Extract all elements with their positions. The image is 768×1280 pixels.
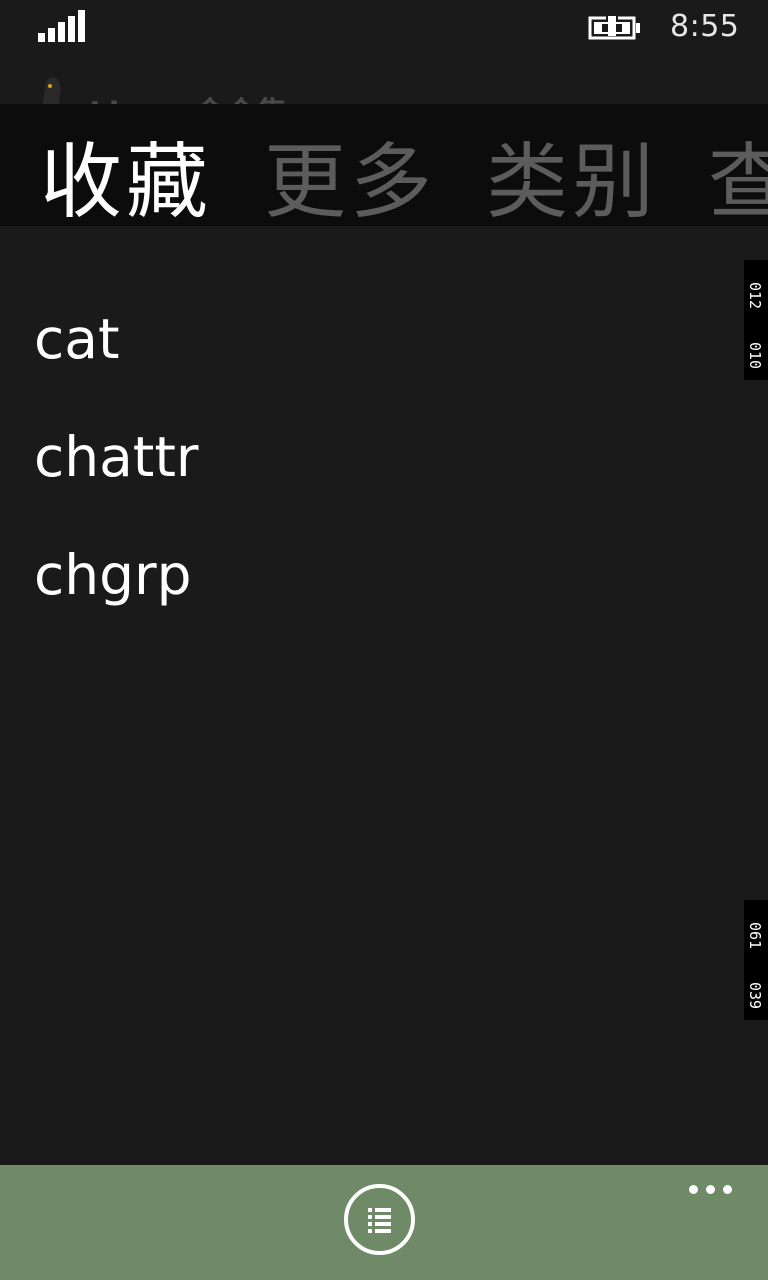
- tab-favorites[interactable]: 收藏: [40, 136, 212, 227]
- pivot-header: 收藏 更多 类别 查: [0, 104, 768, 226]
- clock: 8:55: [670, 9, 740, 44]
- side-counter-top: 012: [746, 282, 764, 310]
- battery-charging-icon: [588, 12, 642, 46]
- tab-categories[interactable]: 类别: [486, 136, 658, 227]
- list-button[interactable]: [344, 1184, 415, 1255]
- status-bar: 8:55: [0, 0, 768, 56]
- favorites-list: cat chattr chgrp: [34, 280, 714, 634]
- side-counter: 012 010: [744, 260, 768, 380]
- list-item[interactable]: chgrp: [34, 516, 714, 634]
- list-icon: [368, 1208, 391, 1233]
- signal-bars-icon: [38, 10, 86, 42]
- side-counter-bottom: 010: [746, 342, 764, 370]
- side-counter-top: 061: [746, 922, 764, 950]
- tab-more[interactable]: 更多: [264, 136, 436, 227]
- tab-search[interactable]: 查: [708, 136, 768, 227]
- list-item[interactable]: cat: [34, 280, 714, 398]
- ellipsis-icon[interactable]: [687, 1182, 735, 1196]
- app-bar: [0, 1165, 768, 1280]
- side-counter: 061 039: [744, 900, 768, 1020]
- list-item[interactable]: chattr: [34, 398, 714, 516]
- side-counter-bottom: 039: [746, 982, 764, 1010]
